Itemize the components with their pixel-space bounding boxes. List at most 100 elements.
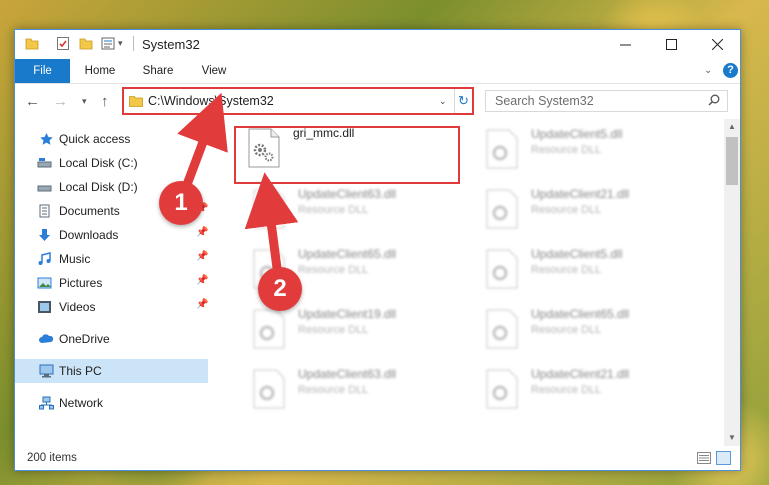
sidebar-item-label: OneDrive — [59, 332, 110, 346]
file-item[interactable]: UpdateClient21.dll Resource DLL — [477, 366, 697, 416]
file-name: UpdateClient5.dll — [531, 127, 623, 141]
sidebar-item-label: Local Disk (D:) — [59, 180, 138, 194]
search-input[interactable]: Search System32 — [485, 90, 728, 112]
file-item[interactable]: UpdateClient21.dll Resource DLL — [477, 186, 697, 236]
download-icon — [39, 229, 50, 241]
network-icon — [39, 396, 54, 410]
customize-toolbar-dropdown-icon[interactable]: ▾ — [118, 38, 123, 49]
dll-file-icon — [253, 189, 285, 229]
status-bar: 200 items — [15, 446, 740, 470]
file-name: UpdateClient65.dll — [531, 307, 630, 321]
pin-icon[interactable]: 📌 — [196, 275, 208, 286]
file-type: Resource DLL — [531, 264, 602, 276]
address-bar[interactable]: C:\Windows\System32 ⌄ ↻ — [122, 87, 474, 115]
sidebar-item-label: Documents — [59, 204, 120, 218]
callout-step-2: 2 — [258, 267, 302, 311]
up-arrow-icon[interactable]: ↑ — [101, 93, 109, 110]
window-title: System32 — [142, 37, 200, 52]
folder-icon[interactable] — [25, 36, 39, 51]
minimize-icon — [619, 44, 631, 46]
sidebar-item-label: Quick access — [59, 132, 131, 146]
file-name: UpdateClient63.dll — [298, 187, 397, 201]
scrollbar-thumb[interactable] — [726, 137, 738, 185]
file-type: Resource DLL — [531, 144, 602, 156]
toolbar-divider — [133, 36, 134, 51]
title-bar: ▾ System32 — [15, 30, 740, 59]
sidebar-item-downloads[interactable]: Downloads 📌 — [15, 223, 208, 247]
videos-icon — [38, 301, 51, 313]
file-item[interactable]: UpdateClient19.dll Resource DLL — [244, 306, 464, 356]
tab-view[interactable]: View — [189, 59, 239, 83]
sidebar-item-label: Local Disk (C:) — [59, 156, 138, 170]
file-list: gri_mmc.dll UpdateClient5.dll Resource D… — [229, 119, 724, 446]
sidebar-item-this-pc[interactable]: This PC — [15, 359, 208, 383]
sidebar-item-music[interactable]: Music 📌 — [15, 247, 208, 271]
file-name: UpdateClient5.dll — [531, 247, 623, 261]
dll-file-icon — [486, 189, 518, 229]
file-type: Resource DLL — [298, 324, 369, 336]
maximize-button[interactable] — [648, 30, 694, 59]
search-icon[interactable] — [708, 94, 720, 106]
dll-file-icon — [486, 369, 518, 409]
file-item[interactable]: UpdateClient65.dll Resource DLL — [477, 306, 697, 356]
sidebar-item-label: Pictures — [59, 276, 103, 290]
large-icons-view-icon[interactable] — [716, 451, 731, 465]
address-path[interactable]: C:\Windows\System32 — [148, 94, 274, 108]
dll-file-icon — [486, 129, 518, 169]
pin-icon[interactable]: 📌 — [196, 251, 208, 262]
scroll-up-icon[interactable]: ▲ — [728, 122, 736, 131]
sidebar-item-label: Downloads — [59, 228, 119, 242]
forward-arrow-icon[interactable]: → — [53, 93, 68, 110]
star-icon — [40, 133, 53, 145]
file-item[interactable]: UpdateClient5.dll Resource DLL — [477, 246, 697, 296]
ribbon-tabs: File Home Share View ⌄ ? — [15, 59, 740, 84]
sidebar-item-onedrive[interactable]: OneDrive — [15, 327, 208, 351]
computer-icon — [39, 364, 54, 378]
folder-icon — [129, 96, 143, 107]
recent-locations-dropdown-icon[interactable]: ▾ — [82, 96, 87, 107]
details-view-icon[interactable] — [697, 452, 711, 464]
file-type: Resource DLL — [531, 324, 602, 336]
close-button[interactable] — [694, 30, 740, 59]
minimize-button[interactable] — [602, 30, 648, 59]
new-folder-icon[interactable] — [79, 36, 93, 51]
vertical-scrollbar[interactable]: ▲ ▼ — [724, 119, 740, 446]
pin-icon[interactable]: 📌 — [196, 299, 208, 310]
documents-icon — [39, 204, 50, 218]
help-button[interactable]: ? — [723, 63, 738, 78]
tab-home[interactable]: Home — [75, 59, 125, 83]
expand-ribbon-chevron-icon[interactable]: ⌄ — [704, 65, 712, 76]
dll-file-icon — [486, 309, 518, 349]
address-history-dropdown-icon[interactable]: ⌄ — [439, 96, 447, 107]
drive-icon — [37, 185, 52, 192]
file-name: UpdateClient19.dll — [298, 307, 397, 321]
sidebar-item-quick-access[interactable]: Quick access — [15, 127, 208, 151]
quick-access-toolbar-icon[interactable] — [101, 36, 115, 51]
sidebar-item-network[interactable]: Network — [15, 391, 208, 415]
onedrive-icon — [39, 334, 54, 343]
back-arrow-icon[interactable]: ← — [25, 93, 40, 110]
refresh-icon[interactable]: ↻ — [454, 89, 472, 113]
pictures-icon — [37, 277, 52, 289]
file-explorer-window: ▾ System32 File Home Share View ⌄ ? ← → … — [14, 29, 741, 471]
sidebar-item-local-disk-c[interactable]: Local Disk (C:) — [15, 151, 208, 175]
scroll-down-icon[interactable]: ▼ — [728, 433, 736, 442]
file-type: Resource DLL — [298, 384, 369, 396]
music-icon — [38, 252, 51, 265]
sidebar-item-videos[interactable]: Videos 📌 — [15, 295, 208, 319]
tab-share[interactable]: Share — [133, 59, 183, 83]
sidebar-item-label: Network — [59, 396, 104, 410]
file-item[interactable]: UpdateClient63.dll Resource DLL — [244, 186, 464, 236]
item-count: 200 items — [27, 452, 77, 464]
drive-icon — [37, 158, 52, 168]
properties-check-icon[interactable] — [56, 36, 70, 51]
tab-file[interactable]: File — [15, 59, 70, 83]
sidebar-item-label: Videos — [59, 300, 96, 314]
sidebar-item-pictures[interactable]: Pictures 📌 — [15, 271, 208, 295]
file-name: UpdateClient21.dll — [531, 187, 630, 201]
pin-icon[interactable]: 📌 — [196, 227, 208, 238]
file-item[interactable]: UpdateClient63.dll Resource DLL — [244, 366, 464, 416]
file-item[interactable]: UpdateClient5.dll Resource DLL — [477, 126, 697, 176]
file-name: UpdateClient21.dll — [531, 367, 630, 381]
search-placeholder: Search System32 — [495, 94, 594, 108]
